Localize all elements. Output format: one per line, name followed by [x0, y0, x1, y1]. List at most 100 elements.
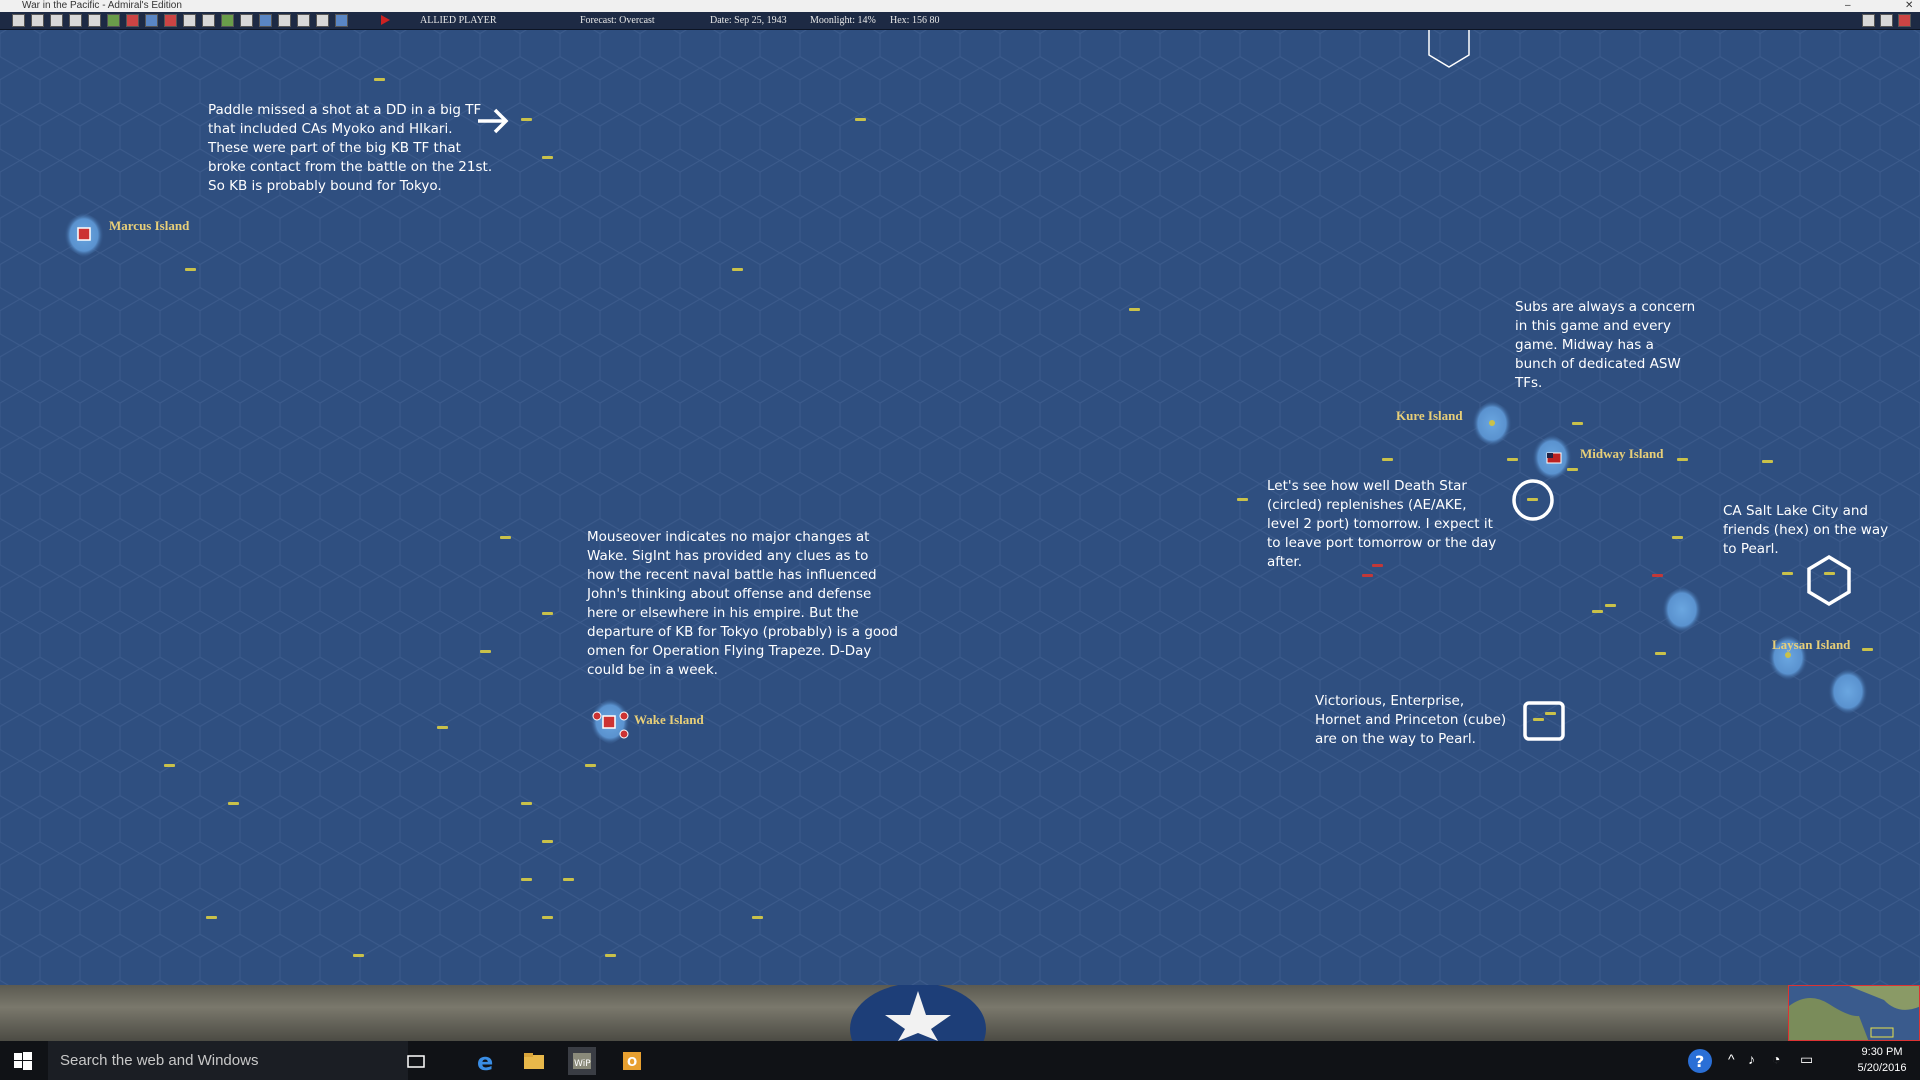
toolbar-button-2[interactable] [31, 14, 44, 27]
notifications-icon[interactable]: ▭ [1800, 1051, 1813, 1068]
task-force-marker[interactable] [542, 916, 553, 919]
marcus-island-label: Marcus Island [109, 218, 190, 233]
task-force-marker[interactable] [521, 118, 532, 121]
end-turn-play-icon[interactable] [378, 14, 391, 27]
task-force-marker[interactable] [480, 650, 491, 653]
toolbar-button-9[interactable] [164, 14, 177, 27]
carrier-task-force[interactable] [1533, 718, 1544, 721]
toolbar-button-4[interactable] [69, 14, 82, 27]
kure-island-label: Kure Island [1396, 408, 1463, 423]
task-force-marker[interactable] [732, 268, 743, 271]
toolbar-button-3[interactable] [50, 14, 63, 27]
toolbar-button-18[interactable] [335, 14, 348, 27]
carrier-task-force[interactable] [1545, 712, 1556, 715]
bottom-info-panel [0, 985, 1920, 1041]
note-subs: Subs are always a concern in this game a… [1515, 299, 1696, 391]
help-icon[interactable]: ? [1686, 1047, 1714, 1075]
task-force-marker[interactable] [206, 916, 217, 919]
task-force-marker[interactable] [1672, 536, 1683, 539]
task-force-marker[interactable] [521, 802, 532, 805]
mini-map-terrain [1789, 986, 1919, 1040]
task-force-marker[interactable] [353, 954, 364, 957]
task-force-marker[interactable] [228, 802, 239, 805]
task-force-marker[interactable] [185, 268, 196, 271]
task-force-marker[interactable] [1762, 460, 1773, 463]
task-force-marker[interactable] [1237, 498, 1248, 501]
taskbar-time[interactable]: 9:30 PM [1852, 1046, 1912, 1058]
window-title-bar: War in the Pacific - Admiral's Edition –… [0, 0, 1920, 12]
windows-start-icon[interactable] [14, 1052, 32, 1070]
note-paddle: Paddle missed a shot at a DD in a big TF… [208, 102, 493, 194]
note-death-star: Let's see how well Death Star (circled) … [1267, 478, 1497, 570]
toolbar-button-8[interactable] [145, 14, 158, 27]
task-force-marker[interactable] [542, 840, 553, 843]
enemy-task-force-marker[interactable] [1362, 574, 1373, 577]
task-force-marker[interactable] [1677, 458, 1688, 461]
search-placeholder: Search the web and Windows [60, 1052, 259, 1069]
task-force-marker[interactable] [542, 156, 553, 159]
toolbar-button-10[interactable] [183, 14, 196, 27]
task-force-marker[interactable] [374, 78, 385, 81]
minimize-button[interactable]: – [1845, 0, 1851, 12]
task-force-marker[interactable] [855, 118, 866, 121]
task-force-marker[interactable] [1655, 652, 1666, 655]
task-force-marker[interactable] [1605, 604, 1616, 607]
task-force-marker[interactable] [563, 878, 574, 881]
death-star-task-force[interactable] [1527, 498, 1538, 501]
svg-text:O: O [627, 1055, 637, 1069]
toolbar-button-15[interactable] [278, 14, 291, 27]
task-force-marker[interactable] [1382, 458, 1393, 461]
mini-map[interactable] [1788, 985, 1920, 1041]
toolbar-button-17[interactable] [316, 14, 329, 27]
toolbar-button-6[interactable] [107, 14, 120, 27]
outlook-icon[interactable]: O [618, 1047, 646, 1075]
task-force-marker[interactable] [585, 764, 596, 767]
task-force-marker[interactable] [752, 916, 763, 919]
toolbar-button-5[interactable] [88, 14, 101, 27]
task-force-marker[interactable] [500, 536, 511, 539]
toolbar-button-13[interactable] [240, 14, 253, 27]
task-force-marker[interactable] [1782, 572, 1793, 575]
toolbar-button-11[interactable] [202, 14, 215, 27]
svg-text:e: e [477, 1048, 493, 1075]
network-icon[interactable]: ◔ [1772, 1051, 1780, 1067]
salt-lake-city-task-force[interactable] [1824, 572, 1835, 575]
task-force-marker[interactable] [1567, 468, 1578, 471]
svg-text:WiP: WiP [574, 1059, 591, 1069]
toolbar-button-7[interactable] [126, 14, 139, 27]
game-toolbar: ALLIED PLAYER Forecast: Overcast Date: S… [0, 12, 1920, 30]
task-force-marker[interactable] [164, 764, 175, 767]
windows-taskbar: Search the web and Windows e WiP O ? ^ ♪… [0, 1041, 1920, 1080]
enemy-task-force-marker[interactable] [1652, 574, 1663, 577]
taskbar-search-box[interactable]: Search the web and Windows [48, 1041, 408, 1080]
task-view-icon[interactable] [402, 1047, 430, 1075]
task-force-marker[interactable] [542, 612, 553, 615]
midway-island-label: Midway Island [1580, 446, 1664, 461]
toolbar-button-16[interactable] [297, 14, 310, 27]
task-force-marker[interactable] [521, 878, 532, 881]
edge-icon[interactable]: e [472, 1047, 500, 1075]
taskbar-date[interactable]: 5/20/2016 [1852, 1062, 1912, 1074]
file-explorer-icon[interactable] [520, 1047, 548, 1075]
task-force-marker[interactable] [605, 954, 616, 957]
toolbar-close-button[interactable] [1898, 14, 1911, 27]
task-force-marker[interactable] [1507, 458, 1518, 461]
volume-icon[interactable]: ♪ [1748, 1051, 1755, 1067]
task-force-marker[interactable] [1862, 648, 1873, 651]
game-app-icon[interactable]: WiP [568, 1047, 596, 1075]
task-force-marker[interactable] [437, 726, 448, 729]
task-force-marker[interactable] [1129, 308, 1140, 311]
toolbar-right-button-1[interactable] [1862, 14, 1875, 27]
toolbar-right-button-2[interactable] [1880, 14, 1893, 27]
hex-map[interactable]: Marcus Island Kure Island Midway Island … [0, 30, 1920, 985]
close-button[interactable]: ✕ [1905, 0, 1913, 12]
toolbar-button-12[interactable] [221, 14, 234, 27]
svg-text:?: ? [1695, 1052, 1704, 1071]
task-force-marker[interactable] [1592, 610, 1603, 613]
wake-island-label: Wake Island [634, 712, 704, 727]
toolbar-button-1[interactable] [12, 14, 25, 27]
toolbar-button-14[interactable] [259, 14, 272, 27]
moonlight-label: Moonlight: 14% [810, 15, 876, 26]
task-force-marker[interactable] [1572, 422, 1583, 425]
tray-chevron-icon[interactable]: ^ [1728, 1051, 1735, 1067]
